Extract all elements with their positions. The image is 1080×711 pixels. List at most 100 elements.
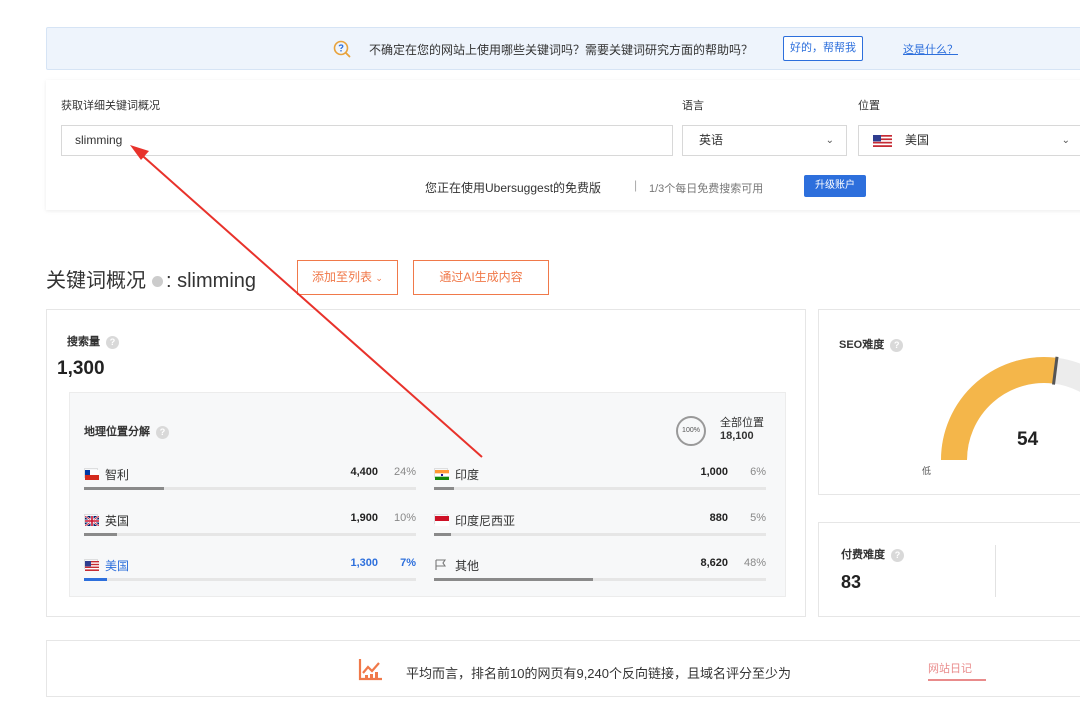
flag-outline-icon [434,559,448,570]
location-value: 美国 [905,133,930,147]
gauge-fill [941,357,1057,461]
add-to-list-label: 添加至列表 [312,270,373,284]
seo-label-text: SEO难度 [839,339,885,351]
country-name: 英国 [105,514,130,528]
search-volume-card: 搜索量? 1,300 地理位置分解? 100% 全部位置 18,100 智利 4,… [46,309,806,617]
all-locations-count: 18,100 [720,430,754,442]
id-flag-icon [434,514,449,526]
country-row-gb: 英国 1,900 10% [84,511,416,539]
chevron-down-icon: ⌄ [825,135,834,146]
seo-difficulty-label: SEO难度? [839,336,904,352]
add-to-list-button[interactable]: 添加至列表 ⌄ [297,260,398,295]
seo-difficulty-value: 54 [1017,429,1039,450]
search-question-icon [333,40,351,58]
geo-title-text: 地理位置分解 [84,426,150,438]
help-banner: 不确定在您的网站上使用哪些关键词吗？需要关键词研究方面的帮助吗？ 好的，帮帮我 … [46,27,1080,70]
paid-difficulty-label: 付费难度? [841,546,904,562]
help-icon[interactable]: ? [891,548,904,562]
country-volume: 4,400 [350,466,378,478]
country-bar-fill [434,533,451,536]
geo-breakdown-title: 地理位置分解? [84,423,169,439]
country-volume: 8,620 [700,557,728,569]
country-bar-track [434,533,766,536]
country-row-other: 其他 8,620 48% [434,556,766,584]
country-row-in: 印度 1,000 6% [434,465,766,493]
what-is-this-link[interactable]: 这是什么？ [903,41,958,57]
paid-difficulty-value: 83 [841,572,862,592]
country-volume: 1,000 [700,466,728,478]
help-icon[interactable]: ? [890,338,904,352]
cl-flag-icon [84,468,99,480]
gb-flag-icon [84,514,100,527]
upgrade-button[interactable]: 升级账户 [804,175,866,197]
search-volume-value: 1,300 [57,358,105,379]
title-keyword: : slimming [166,270,257,292]
country-bar-track [84,487,416,490]
backlink-insight-text: 平均而言，排名前10的网页有9,240个反向链接，且域名评分至少为 [406,666,791,681]
country-volume: 1,900 [350,512,378,524]
chevron-down-icon: ⌄ [375,273,383,283]
divider: | [634,178,638,192]
chart-growth-icon [358,659,382,681]
seo-difficulty-gauge [941,356,1080,461]
title-prefix: 关键词概况 [46,270,146,292]
country-row-cl: 智利 4,400 24% [84,465,416,493]
country-bar-track [84,533,416,536]
country-name: 美国 [105,559,130,573]
country-name: 印度尼西亚 [455,514,516,528]
language-select[interactable]: 英语 ⌄ [682,125,847,156]
country-percent: 7% [400,557,416,569]
info-icon [152,276,163,288]
country-bar-fill [434,487,454,490]
country-name: 其他 [455,559,480,573]
keyword-input[interactable]: slimming [61,125,673,156]
help-icon[interactable]: ? [106,335,119,349]
country-bar-fill [434,578,594,581]
all-locations-label: 全部位置 [720,417,764,429]
country-bar-track [434,578,766,581]
us-flag-icon [84,559,99,571]
in-flag-icon [434,468,449,480]
help-icon[interactable]: ? [156,425,169,439]
country-percent: 48% [743,557,766,569]
country-percent: 24% [393,466,416,478]
chevron-down-icon: ⌄ [1061,135,1070,146]
seo-difficulty-card: SEO难度? 54 低 [818,309,1080,495]
country-name: 智利 [105,468,130,482]
country-row-us[interactable]: 美国 1,300 7% [84,556,416,584]
keyword-label: 获取详细关键词概况 [61,100,160,112]
country-bar-fill [84,487,164,490]
country-volume: 1,300 [350,557,378,569]
page-title: 关键词概况 : slimming [46,264,256,293]
watermark-logo: 网站日记 [928,659,986,681]
location-label: 位置 [858,100,880,112]
country-bar-fill [84,533,118,536]
paid-label-text: 付费难度 [841,549,885,561]
banner-message: 不确定在您的网站上使用哪些关键词吗？需要关键词研究方面的帮助吗？ [369,43,754,57]
language-value: 英语 [699,133,724,147]
all-locations-ring: 100% [676,416,706,446]
country-percent: 5% [750,512,766,524]
divider [995,545,996,597]
free-plan-text: 您正在使用Ubersuggest的免费版 [425,181,602,195]
country-name: 印度 [455,468,480,482]
us-flag-icon [873,135,892,147]
country-percent: 6% [750,466,766,478]
paid-difficulty-card: 付费难度? 83 [818,522,1080,617]
country-volume: 880 [709,512,728,524]
ai-generate-button[interactable]: 通过AI生成内容 [413,260,549,295]
language-label: 语言 [682,100,704,112]
gauge-low-label: 低 [922,466,932,476]
country-bar-track [434,487,766,490]
country-bar-track [84,578,416,581]
location-select[interactable]: 美国 ⌄ [858,125,1080,156]
keyword-search-card: 获取详细关键词概况 slimming 语言 英语 ⌄ 位置 美国 ⌄ 您正在使用… [46,80,1080,210]
search-volume-label: 搜索量? [67,333,119,349]
help-me-button[interactable]: 好的，帮帮我 [783,36,863,61]
country-percent: 10% [393,512,416,524]
free-search-count: 1/3个每日免费搜索可用 [649,183,764,195]
backlink-insight-card: 平均而言，排名前10的网页有9,240个反向链接，且域名评分至少为 网站日记 [46,640,1080,697]
search-volume-label-text: 搜索量 [67,336,100,348]
geo-breakdown: 地理位置分解? 100% 全部位置 18,100 智利 4,400 24% 印度 1,0… [69,392,786,597]
country-bar-fill [84,578,108,581]
